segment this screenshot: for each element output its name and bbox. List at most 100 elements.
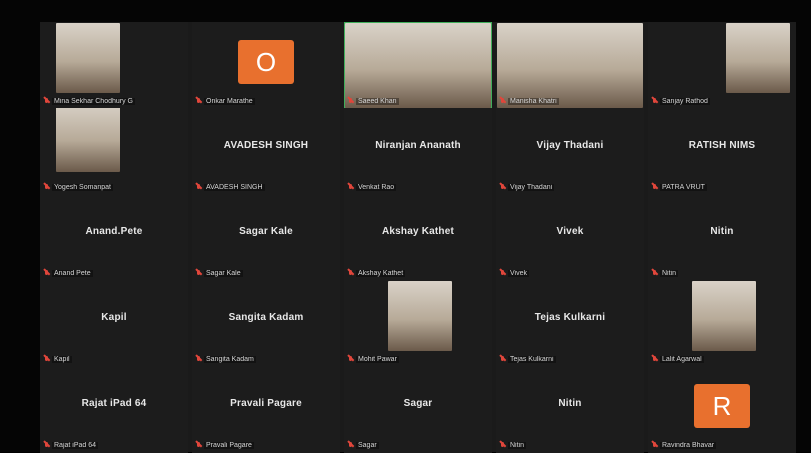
muted-mic-icon [348, 442, 353, 449]
participant-video [388, 281, 452, 351]
participant-name: Sagar [356, 442, 379, 449]
participant-label: Rajat iPad 64 [44, 442, 99, 449]
participant-label: Mina Sekhar Chodhury G [44, 98, 135, 105]
participant-tile[interactable]: Vijay Thadani Vijay Thadani [496, 108, 644, 195]
muted-mic-icon [44, 98, 49, 105]
participant-video [497, 23, 643, 108]
participant-name: Mina Sekhar Chodhury G [52, 98, 135, 105]
participant-tile[interactable]: Anand.Pete Anand Pete [40, 194, 188, 281]
muted-mic-icon [500, 270, 505, 277]
participant-tile[interactable]: R Ravindra Bhavar [648, 366, 796, 453]
participant-name: Onkar Marathe [204, 98, 255, 105]
participant-display-name: Vijay Thadani [536, 140, 604, 151]
participant-tile[interactable]: Tejas Kulkarni Tejas Kulkarni [496, 280, 644, 367]
participant-tile[interactable]: Saeed Khan [344, 22, 492, 109]
muted-mic-icon [348, 356, 353, 363]
muted-mic-icon [500, 184, 505, 191]
participant-label: Sanjay Rathod [652, 98, 710, 105]
participant-tile[interactable]: Sagar Kale Sagar Kale [192, 194, 340, 281]
participant-display-name: Sangita Kadam [228, 312, 304, 323]
participant-video [726, 23, 790, 93]
participant-display-name: Nitin [710, 226, 734, 237]
participant-label: Saeed Khan [348, 98, 399, 105]
participant-name: Sangita Kadam [204, 356, 256, 363]
participant-name: Anand Pete [52, 270, 93, 277]
muted-mic-icon [44, 270, 49, 277]
participant-label: Kapil [44, 356, 72, 363]
participant-tile[interactable]: Lalit Agarwal [648, 280, 796, 367]
muted-mic-icon [348, 98, 353, 105]
participant-tile[interactable]: O Onkar Marathe [192, 22, 340, 109]
muted-mic-icon [348, 270, 353, 277]
participant-label: Mohit Pawar [348, 356, 399, 363]
participant-label: Lalit Agarwal [652, 356, 704, 363]
participant-display-name: Rajat iPad 64 [81, 398, 147, 409]
participant-label: Sangita Kadam [196, 356, 256, 363]
muted-mic-icon [500, 356, 505, 363]
participant-name: Mohit Pawar [356, 356, 399, 363]
muted-mic-icon [652, 442, 657, 449]
participant-tile[interactable]: Vivek Vivek [496, 194, 644, 281]
participant-avatar: R [694, 384, 750, 428]
participant-tile[interactable]: Nitin Nitin [648, 194, 796, 281]
participant-display-name: RATISH NIMS [688, 140, 756, 151]
participant-display-name: Kapil [101, 312, 127, 323]
participant-label: Akshay Kathet [348, 270, 406, 277]
participant-tile[interactable]: Sagar Sagar [344, 366, 492, 453]
participant-tile[interactable]: Kapil Kapil [40, 280, 188, 367]
participant-label: AVADESH SINGH [196, 184, 265, 191]
participant-name: Akshay Kathet [356, 270, 406, 277]
participant-video [345, 23, 491, 108]
muted-mic-icon [196, 270, 201, 277]
participant-avatar: O [238, 40, 294, 84]
participant-tile[interactable]: Manisha Khatri [496, 22, 644, 109]
participant-display-name: Akshay Kathet [381, 226, 455, 237]
zoom-gallery-window: Mina Sekhar Chodhury G O Onkar Marathe Saee… [0, 0, 811, 453]
participant-tile[interactable]: Mina Sekhar Chodhury G [40, 22, 188, 109]
participant-label: Nitin [652, 270, 679, 277]
participant-name: AVADESH SINGH [204, 184, 265, 191]
participant-display-name: Niranjan Ananath [375, 140, 461, 151]
participant-label: Venkat Rao [348, 184, 397, 191]
participant-display-name: Sagar [403, 398, 433, 409]
muted-mic-icon [652, 98, 657, 105]
participant-gallery-grid: Mina Sekhar Chodhury G O Onkar Marathe Saee… [40, 22, 796, 453]
participant-name: Rajat iPad 64 [52, 442, 99, 449]
participant-name: Sanjay Rathod [660, 98, 710, 105]
participant-display-name: Vivek [556, 226, 584, 237]
participant-tile[interactable]: Mohit Pawar [344, 280, 492, 367]
participant-display-name: AVADESH SINGH [223, 140, 309, 151]
muted-mic-icon [44, 442, 49, 449]
participant-name: Yogesh Somanpat [52, 184, 113, 191]
participant-name: Nitin [508, 442, 527, 449]
participant-tile[interactable]: Akshay Kathet Akshay Kathet [344, 194, 492, 281]
participant-tile[interactable]: AVADESH SINGH AVADESH SINGH [192, 108, 340, 195]
muted-mic-icon [500, 442, 505, 449]
participant-name: PATRA VRUT [660, 184, 707, 191]
participant-video [56, 108, 120, 172]
participant-tile[interactable]: Rajat iPad 64 Rajat iPad 64 [40, 366, 188, 453]
participant-tile[interactable]: Pravali Pagare Pravali Pagare [192, 366, 340, 453]
participant-display-name: Sagar Kale [239, 226, 293, 237]
participant-label: Anand Pete [44, 270, 93, 277]
muted-mic-icon [44, 356, 49, 363]
muted-mic-icon [652, 184, 657, 191]
participant-tile[interactable]: Sangita Kadam Sangita Kadam [192, 280, 340, 367]
muted-mic-icon [196, 442, 201, 449]
participant-display-name: Tejas Kulkarni [534, 312, 606, 323]
participant-tile[interactable]: Niranjan Ananath Venkat Rao [344, 108, 492, 195]
muted-mic-icon [500, 98, 505, 105]
participant-label: Tejas Kulkarni [500, 356, 556, 363]
participant-tile[interactable]: Yogesh Somanpat [40, 108, 188, 195]
participant-display-name: Anand.Pete [85, 226, 143, 237]
participant-name: Lalit Agarwal [660, 356, 704, 363]
participant-tile[interactable]: Nitin Nitin [496, 366, 644, 453]
participant-name: Tejas Kulkarni [508, 356, 556, 363]
participant-label: Yogesh Somanpat [44, 184, 113, 191]
participant-label: Ravindra Bhavar [652, 442, 717, 449]
participant-name: Saeed Khan [356, 98, 399, 105]
participant-label: Onkar Marathe [196, 98, 255, 105]
participant-tile[interactable]: Sanjay Rathod [648, 22, 796, 109]
participant-display-name: Pravali Pagare [230, 398, 302, 409]
participant-tile[interactable]: RATISH NIMS PATRA VRUT [648, 108, 796, 195]
